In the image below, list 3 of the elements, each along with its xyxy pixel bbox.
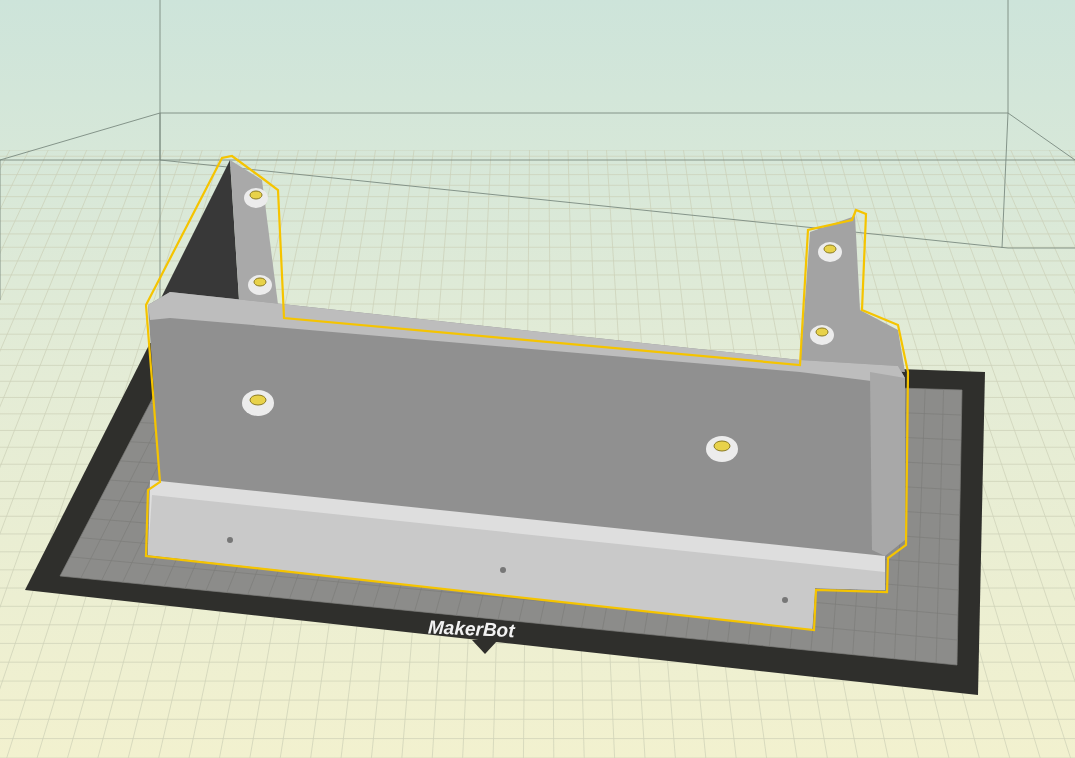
notch-icon — [472, 640, 498, 654]
logo-text: MakerBot — [427, 616, 516, 642]
viewport[interactable]: MakerBot — [0, 0, 1075, 758]
